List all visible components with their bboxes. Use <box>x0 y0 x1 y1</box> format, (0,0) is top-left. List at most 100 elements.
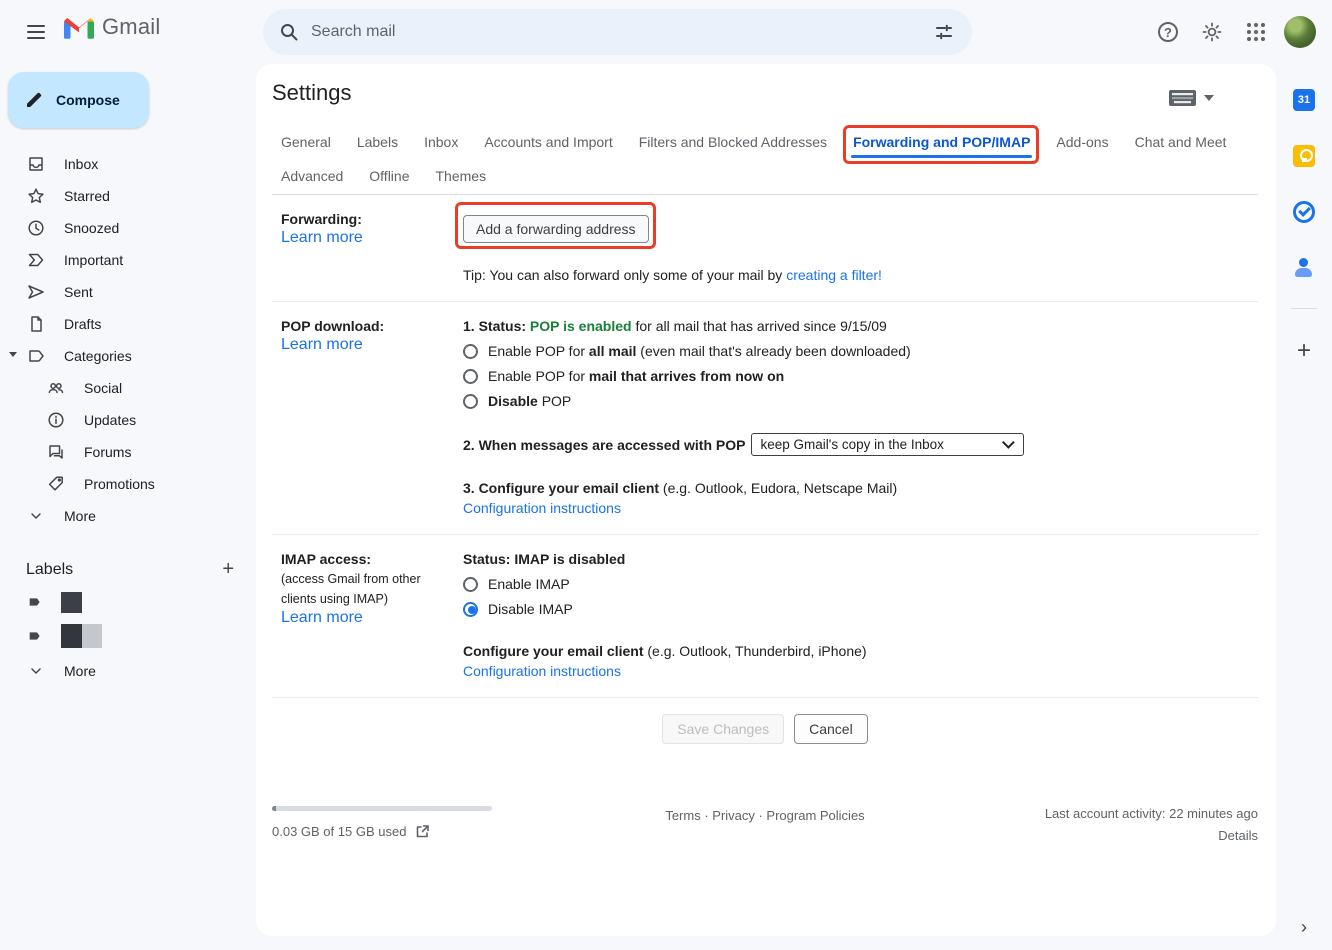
pop-configuration-instructions-link[interactable]: Configuration instructions <box>463 500 621 516</box>
active-tab-underline <box>851 155 1032 158</box>
inbox-icon <box>26 154 46 174</box>
imap-option-disable: Disable IMAP <box>463 599 1258 619</box>
search-options-icon[interactable] <box>924 12 964 52</box>
radio-disable-imap[interactable] <box>463 602 478 617</box>
pop-status-value: POP is enabled <box>530 318 632 334</box>
save-changes-button[interactable]: Save Changes <box>662 714 784 744</box>
pop-step3-label: 3. Configure your email client (e.g. Out… <box>463 478 1258 498</box>
settings-gear-icon[interactable] <box>1192 12 1232 52</box>
keyboard-icon <box>1169 90 1196 106</box>
tab-inbox[interactable]: Inbox <box>424 128 458 160</box>
send-icon <box>26 282 46 302</box>
cancel-button[interactable]: Cancel <box>794 714 868 744</box>
forwarding-tip-text: Tip: You can also forward only some of y… <box>463 267 786 283</box>
chevron-down-icon <box>26 661 46 681</box>
pop-download-label: POP download: <box>281 316 453 336</box>
input-tools-toggle[interactable] <box>1169 90 1214 106</box>
right-side-panel: 31 + › <box>1276 64 1332 950</box>
rail-divider <box>1291 308 1317 309</box>
pop-behavior-select[interactable]: keep Gmail's copy in the Inbox <box>751 433 1024 456</box>
keep-icon[interactable] <box>1284 136 1324 176</box>
forwarding-section: Forwarding: Learn more Add a forwarding … <box>272 195 1258 302</box>
labels-more[interactable]: More <box>0 655 256 687</box>
forwarding-learn-more-link[interactable]: Learn more <box>281 229 363 246</box>
label-tag-icon <box>27 627 45 645</box>
contacts-icon[interactable] <box>1284 248 1324 288</box>
external-link-icon[interactable] <box>415 824 430 839</box>
label-item-1[interactable] <box>0 585 256 619</box>
pop-status-line: 1. Status: POP is enabled for all mail t… <box>463 316 1258 336</box>
search-icon[interactable] <box>279 22 299 42</box>
categories-expand-icon[interactable] <box>9 352 17 357</box>
details-link[interactable]: Details <box>865 828 1258 843</box>
sidebar-nav: Inbox Starred Snoozed Important Sent Dra… <box>0 148 256 532</box>
creating-a-filter-link[interactable]: creating a filter! <box>786 267 882 283</box>
imap-access-section: IMAP access: (access Gmail from other cl… <box>272 535 1258 698</box>
tab-accounts-and-import[interactable]: Accounts and Import <box>484 128 612 160</box>
sidebar-item-forums[interactable]: Forums <box>0 436 256 468</box>
pop-option-all-mail: Enable POP for all mail (even mail that'… <box>463 341 1258 361</box>
imap-status-line: Status: IMAP is disabled <box>463 549 1258 569</box>
help-icon[interactable]: ? <box>1148 12 1188 52</box>
compose-button[interactable]: Compose <box>8 72 149 128</box>
tab-general[interactable]: General <box>281 128 331 160</box>
tab-chat-and-meet[interactable]: Chat and Meet <box>1135 128 1227 160</box>
card-footer: 0.03 GB of 15 GB used Terms · Privacy · … <box>272 806 1258 843</box>
search-bar[interactable] <box>263 9 972 55</box>
chevron-down-icon <box>26 506 46 526</box>
tab-themes[interactable]: Themes <box>436 162 487 194</box>
top-bar: Gmail ? <box>0 0 1332 64</box>
imap-access-label: IMAP access: <box>281 549 453 569</box>
tab-add-ons[interactable]: Add-ons <box>1056 128 1108 160</box>
footer-links[interactable]: Terms · Privacy · Program Policies <box>665 806 864 843</box>
storage-text: 0.03 GB of 15 GB used <box>272 824 406 839</box>
account-avatar[interactable] <box>1280 12 1320 52</box>
sidebar-item-more[interactable]: More <box>0 500 256 532</box>
imap-learn-more-link[interactable]: Learn more <box>281 609 363 626</box>
create-label-icon[interactable]: + <box>222 558 234 581</box>
hide-panel-chevron-icon[interactable]: › <box>1301 917 1307 938</box>
main-menu-icon[interactable] <box>22 18 50 46</box>
tasks-icon[interactable] <box>1284 192 1324 232</box>
form-actions: Save Changes Cancel <box>272 714 1258 744</box>
tab-offline[interactable]: Offline <box>369 162 409 194</box>
sidebar-item-sent[interactable]: Sent <box>0 276 256 308</box>
select-caret-icon <box>1002 436 1015 449</box>
calendar-icon[interactable]: 31 <box>1284 80 1324 120</box>
sidebar-item-promotions[interactable]: Promotions <box>0 468 256 500</box>
page-title: Settings <box>272 76 1258 106</box>
radio-enable-pop-from-now-on[interactable] <box>463 369 478 384</box>
sidebar-item-updates[interactable]: Updates <box>0 404 256 436</box>
labels-header: Labels + <box>0 558 256 581</box>
sidebar-item-categories[interactable]: Categories <box>0 340 256 372</box>
redacted-label-text <box>61 624 102 648</box>
search-input[interactable] <box>311 23 924 41</box>
last-account-activity: Last account activity: 22 minutes ago <box>865 806 1258 821</box>
sidebar-item-inbox[interactable]: Inbox <box>0 148 256 180</box>
tab-filters-and-blocked-addresses[interactable]: Filters and Blocked Addresses <box>639 128 827 160</box>
radio-enable-imap[interactable] <box>463 577 478 592</box>
left-sidebar: Compose Inbox Starred Snoozed Important … <box>0 64 256 950</box>
gmail-m-icon <box>64 16 94 39</box>
category-icon <box>26 346 46 366</box>
info-icon <box>46 410 66 430</box>
tab-forwarding-and-pop-imap[interactable]: Forwarding and POP/IMAP <box>853 128 1030 160</box>
get-add-ons-icon[interactable]: + <box>1297 337 1311 365</box>
forwarding-label: Forwarding: <box>281 209 453 229</box>
sidebar-item-important[interactable]: Important <box>0 244 256 276</box>
pop-download-section: POP download: Learn more 1. Status: POP … <box>272 302 1258 535</box>
add-forwarding-address-button[interactable]: Add a forwarding address <box>463 215 649 243</box>
pop-learn-more-link[interactable]: Learn more <box>281 336 363 353</box>
sidebar-item-drafts[interactable]: Drafts <box>0 308 256 340</box>
sidebar-item-starred[interactable]: Starred <box>0 180 256 212</box>
tab-advanced[interactable]: Advanced <box>281 162 343 194</box>
tab-labels[interactable]: Labels <box>357 128 398 160</box>
google-apps-icon[interactable] <box>1236 12 1276 52</box>
radio-enable-pop-all-mail[interactable] <box>463 344 478 359</box>
pop-step2-label: 2. When messages are accessed with POP <box>463 435 745 455</box>
radio-disable-pop[interactable] <box>463 394 478 409</box>
imap-configuration-instructions-link[interactable]: Configuration instructions <box>463 663 621 679</box>
sidebar-item-snoozed[interactable]: Snoozed <box>0 212 256 244</box>
label-item-2[interactable] <box>0 619 256 653</box>
sidebar-item-social[interactable]: Social <box>0 372 256 404</box>
